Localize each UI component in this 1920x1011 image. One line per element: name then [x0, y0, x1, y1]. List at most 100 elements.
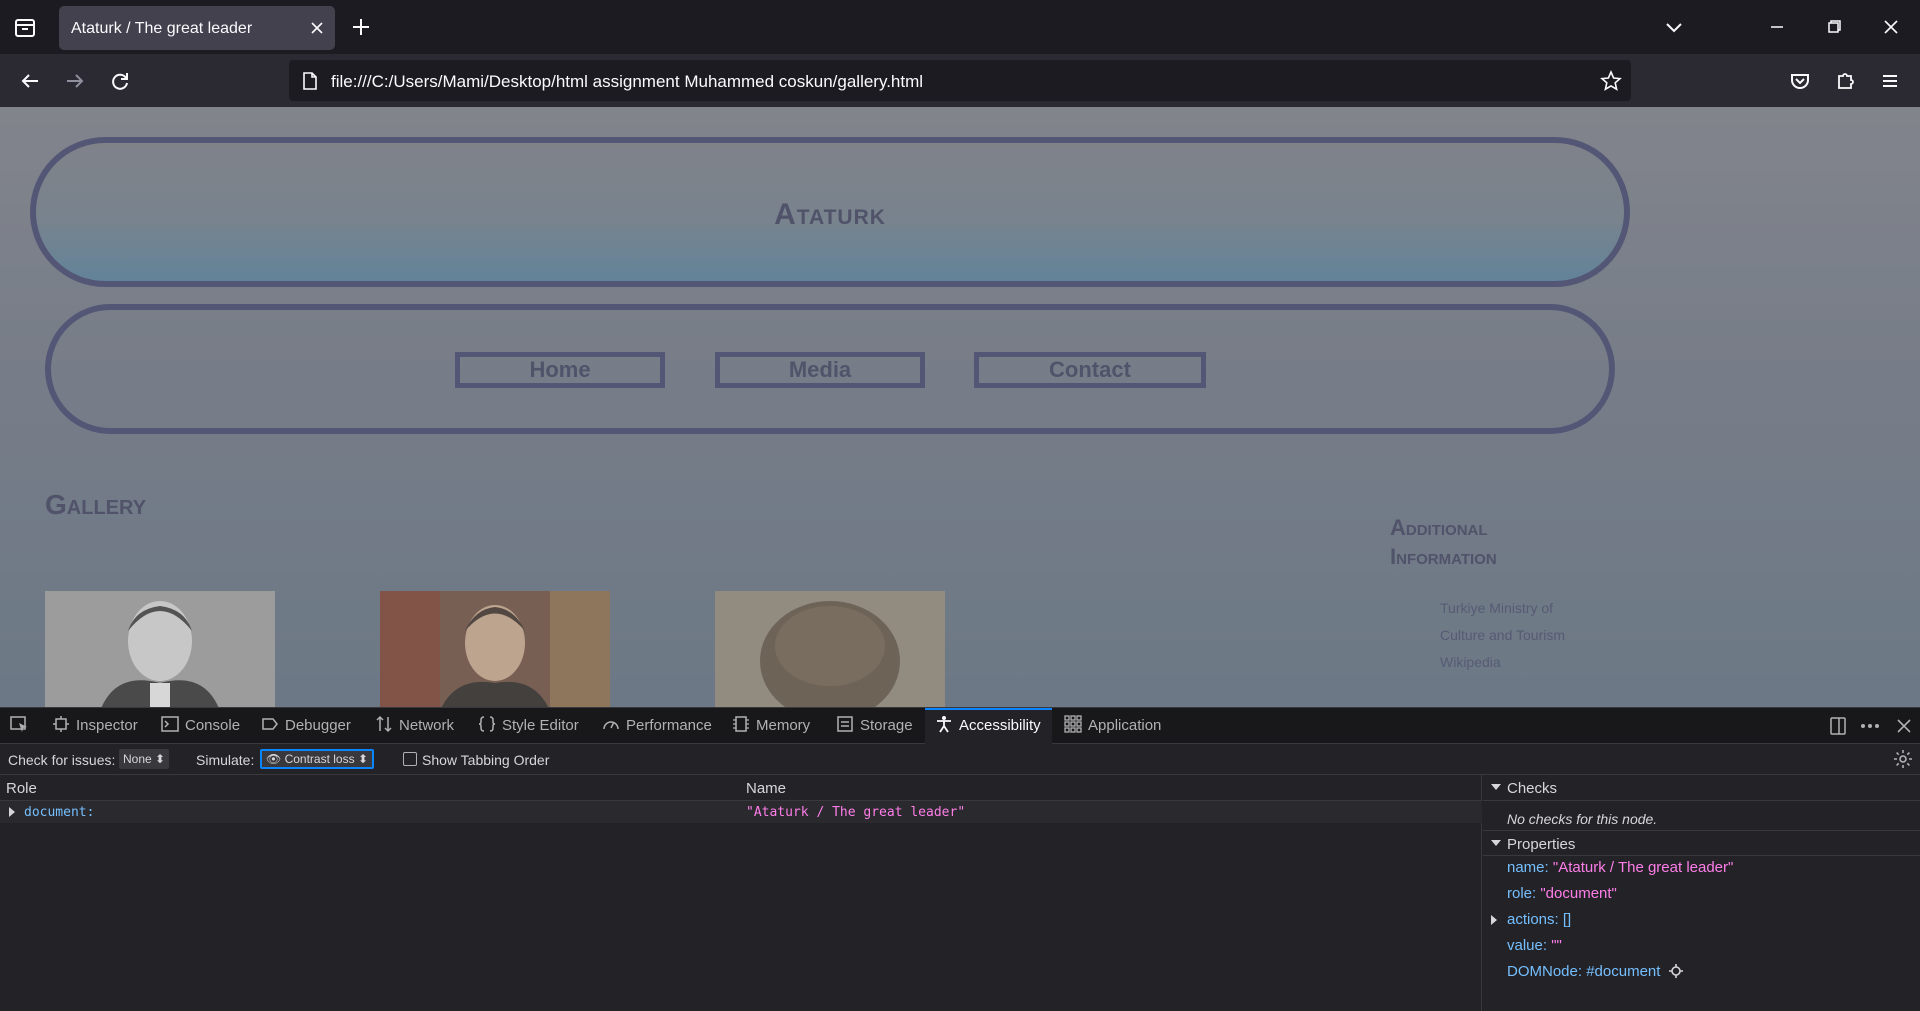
gallery-heading: Gallery [45, 489, 147, 520]
select-node-target-icon[interactable] [1668, 964, 1683, 982]
tree-row-name: "Ataturk / The great leader" [746, 805, 966, 820]
style-editor-icon [478, 711, 496, 732]
tab-inspector[interactable]: Inspector [52, 708, 138, 744]
eye-icon: 👁 [266, 752, 282, 766]
navigation-toolbar: file:///C:/Users/Mami/Desktop/html assig… [0, 54, 1920, 107]
bookmark-star-icon[interactable] [1599, 69, 1623, 93]
more-options-icon[interactable] [1859, 716, 1881, 736]
back-arrow-icon[interactable] [16, 68, 44, 94]
nav-contact-link[interactable]: Contact [974, 352, 1206, 388]
prop-domnode: DOMNode: #document [1507, 963, 1683, 982]
network-icon [375, 711, 393, 733]
tab-console-label: Console [185, 717, 241, 734]
nav-media-link[interactable]: Media [715, 352, 925, 388]
tab-inspector-label: Inspector [76, 717, 138, 734]
console-icon [161, 711, 179, 732]
prop-role-key: role: [1507, 885, 1537, 902]
forward-arrow-icon[interactable] [61, 68, 89, 94]
page-viewport: Ataturk Home Media Contact Gallery Addit… [0, 107, 1920, 707]
check-issues-label: Check for issues: [8, 752, 116, 768]
checks-title: Checks [1507, 780, 1558, 797]
new-tab-icon[interactable] [348, 14, 374, 40]
check-issues-value: None [123, 752, 152, 766]
name-column-header: Name [746, 780, 787, 797]
prop-actions-value: [] [1562, 911, 1572, 928]
close-devtools-icon[interactable] [1893, 716, 1915, 736]
url-bar[interactable]: file:///C:/Users/Mami/Desktop/html assig… [289, 60, 1631, 101]
site-header: Ataturk [30, 137, 1630, 287]
tab-network[interactable]: Network [375, 708, 454, 744]
prop-actions[interactable]: actions: [] [1491, 911, 1572, 928]
tab-debugger[interactable]: Debugger [261, 708, 351, 744]
simulate-select[interactable]: 👁 Contrast loss ⬍ [260, 749, 374, 769]
tab-memory-label: Memory [756, 717, 811, 734]
check-issues-select[interactable]: None ⬍ [119, 749, 170, 769]
additional-link-ministry-1[interactable]: Turkiye Ministry of [1440, 595, 1565, 622]
devtools-panel: Inspector Console Debugger Network Style… [0, 707, 1920, 1011]
tab-accessibility-label: Accessibility [959, 717, 1041, 734]
properties-section-header[interactable]: Properties [1483, 830, 1920, 856]
restore-icon[interactable] [1820, 14, 1848, 40]
url-text[interactable]: file:///C:/Users/Mami/Desktop/html assig… [331, 72, 923, 92]
show-tabbing-order-checkbox[interactable] [403, 752, 417, 766]
close-tab-icon[interactable] [307, 18, 327, 38]
gallery-photo-1[interactable] [45, 591, 275, 707]
accessibility-sidebar: Checks No checks for this node. Properti… [1483, 775, 1920, 1011]
gallery-photo-2[interactable] [380, 591, 610, 707]
minimize-icon[interactable] [1763, 14, 1791, 40]
tree-header: Role Name [0, 775, 1482, 801]
pick-element-icon[interactable] [8, 708, 30, 744]
tab-memory[interactable]: Memory [732, 708, 810, 744]
nav-home-link[interactable]: Home [455, 352, 665, 388]
checks-message: No checks for this node. [1507, 811, 1658, 827]
memory-icon [732, 711, 750, 732]
checks-section-header[interactable]: Checks [1483, 775, 1920, 801]
list-all-tabs-icon[interactable] [1660, 14, 1688, 40]
tab-network-label: Network [399, 717, 455, 734]
properties-title: Properties [1507, 836, 1576, 853]
browser-tab-active[interactable]: Ataturk / The great leader [59, 6, 335, 50]
tab-storage[interactable]: Storage [836, 708, 913, 744]
tab-accessibility[interactable]: Accessibility [925, 708, 1052, 744]
site-title: Ataturk [774, 198, 886, 231]
settings-gear-icon[interactable] [1893, 749, 1913, 772]
accessibility-toolbar: Check for issues: None ⬍ Simulate: 👁 Con… [0, 744, 1920, 775]
tab-title: Ataturk / The great leader [71, 20, 253, 37]
reload-icon[interactable] [106, 68, 134, 94]
expand-twisty-icon[interactable] [1491, 915, 1497, 925]
tab-performance[interactable]: Performance [602, 708, 712, 744]
performance-icon [602, 711, 620, 730]
expand-twisty-icon[interactable] [9, 807, 15, 817]
storage-icon [836, 711, 854, 732]
pocket-icon[interactable] [1786, 68, 1814, 94]
show-tabbing-order-label[interactable]: Show Tabbing Order [422, 752, 549, 768]
tab-debugger-label: Debugger [285, 717, 351, 734]
site-nav: Home Media Contact [45, 304, 1615, 434]
hamburger-menu-icon[interactable] [1876, 68, 1904, 94]
simulate-label: Simulate: [196, 752, 255, 768]
inspector-icon [52, 711, 70, 732]
tree-row[interactable]: document: "Ataturk / The great leader" [0, 801, 1482, 823]
tab-application[interactable]: Application [1064, 708, 1161, 744]
role-column-header: Role [6, 780, 37, 797]
additional-link-ministry-2[interactable]: Culture and Tourism [1440, 622, 1565, 649]
prop-domnode-key: DOMNode: [1507, 963, 1583, 980]
extensions-icon[interactable] [1831, 68, 1859, 94]
page-file-icon [299, 70, 321, 92]
accessibility-tree: Role Name document: "Ataturk / The great… [0, 775, 1482, 1011]
prop-value-value: "" [1551, 937, 1562, 954]
tree-row-role: document: [24, 805, 95, 820]
additional-link-wikipedia[interactable]: Wikipedia [1440, 649, 1565, 676]
firefox-view-icon[interactable] [10, 14, 40, 42]
prop-value: value: "" [1507, 937, 1562, 954]
tab-bar: Ataturk / The great leader [0, 0, 1920, 54]
additional-info-line1: Additional [1390, 515, 1488, 540]
prop-role: role: "document" [1507, 885, 1617, 902]
close-window-icon[interactable] [1877, 14, 1905, 40]
tab-storage-label: Storage [860, 717, 913, 734]
tab-style-editor[interactable]: Style Editor [478, 708, 579, 744]
gallery-photo-3[interactable] [715, 591, 945, 707]
prop-domnode-value[interactable]: #document [1586, 963, 1660, 980]
dock-side-icon[interactable] [1827, 716, 1849, 736]
tab-console[interactable]: Console [161, 708, 240, 744]
